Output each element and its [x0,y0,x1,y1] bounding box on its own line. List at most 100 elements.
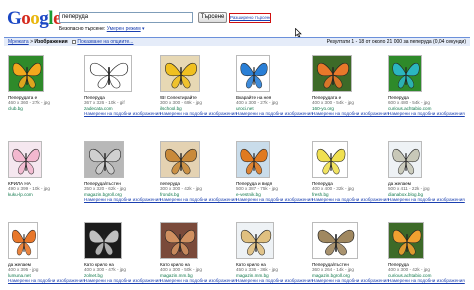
result-caption: Пеперуда 367 x 326 - 10k - gif zadecata.co… [84,95,161,117]
result-caption: Вкарайте на нея 400 x 300 - 27k - jpg uroc… [236,95,313,117]
image-result[interactable]: Пеперуда 400 x 400 - 32k - jpg fresh.bg Нам… [308,141,389,211]
image-thumbnail[interactable] [236,222,274,259]
image-thumbnail[interactable] [8,141,42,178]
nav-link-web[interactable]: Мрежата [8,39,29,45]
image-result[interactable]: Пеперудата е 460 x 360 - 27k - jpg club.bg [4,55,78,125]
safe-search-option[interactable]: Умерен режим [107,26,141,32]
image-result[interactable]: Пеперуда 400 x 300 - 42k - jpg curious.ach… [384,222,465,290]
butterfly-blue-icon [240,62,268,89]
similar-images-link[interactable]: Намерени на подобни изображения [8,278,85,283]
butterfly-woman-icon [240,229,272,256]
image-result[interactable]: Пеперуда 367 x 326 - 10k - gif zadecata.co… [80,55,161,125]
similar-images-link[interactable]: Намерени на подобни изображения [160,111,237,116]
result-caption: да желаем 400 x 395 - jpg lumuna.net Намере… [8,262,85,284]
result-caption: Пеперуда/пъстен 350 x 320 - 62k - jpg maga… [84,181,161,203]
safe-search-setting: Безопасно търсене: Умерен режим ▾ [59,26,145,32]
butterfly-orange-icon [317,62,349,89]
butterfly-face-icon [164,229,196,256]
similar-images-link[interactable]: Намерени на подобни изображения [84,278,161,283]
result-caption: Пеперуда 400 x 400 - 32k - jpg fresh.bg Нам… [312,181,389,203]
results-bar: Мрежата > Изображения Показване на опции… [4,37,470,46]
advanced-search-link[interactable]: Разширено търсене [229,13,271,23]
similar-images-link[interactable]: Намерени на подобни изображения [84,111,161,116]
image-result[interactable]: Вкарайте на нея 400 x 300 - 27k - jpg uroc… [232,55,313,125]
similar-images-link[interactable]: Намерени на подобни изображения [236,278,313,283]
image-result[interactable]: да желаем 400 x 395 - jpg lumuna.net Намере… [4,222,85,290]
image-thumbnail[interactable] [312,55,352,92]
image-thumbnail[interactable] [160,141,200,178]
image-result[interactable]: пеперуда 300 x 300 - 42k - jpg fronds.bg На… [156,141,237,211]
show-options-link[interactable]: Показване на опциите... [77,39,133,45]
result-caption: Пеперуда и видя 500 x 387 - 75k - jpg e-ve… [236,181,313,203]
similar-images-link[interactable]: Намерени на подобни изображения [388,197,465,202]
image-result[interactable]: Пеперуда и видя 500 x 387 - 75k - jpg e-ve… [232,141,313,211]
result-caption: Пеперуда/пъстен 360 x 264 - 14k - jpg maga… [312,262,389,284]
image-thumbnail[interactable] [8,55,44,92]
result-domain: kuku-lp.com [8,191,33,197]
similar-images-link[interactable]: Намерени на подобни изображения [236,111,313,116]
result-caption: Като крило на 400 x 300 - 47k - jpg zolnet… [84,262,161,284]
image-result[interactable]: Като крило на 400 x 300 - 50k - jpg magazi… [156,222,237,290]
image-thumbnail[interactable] [160,55,200,92]
butterfly-pink-icon [12,148,40,175]
image-result[interactable]: Като крило на 400 x 300 - 47k - jpg zolnet… [80,222,161,290]
search-button[interactable]: Търсене [198,12,227,23]
image-result[interactable]: Пеперудата е 400 x 300 - 54k - jpg 160-yo.… [308,55,389,125]
butterfly-moth-icon [392,148,420,175]
similar-images-link[interactable]: Намерени на подобни изображения [312,197,389,202]
butterfly-flower-icon [392,229,422,256]
image-result[interactable]: Като крило на 450 x 336 - 36k - jpg magazi… [232,222,313,290]
result-caption: Пеперудата е 460 x 360 - 27k - jpg club.bg [8,95,74,111]
search-input[interactable]: пеперуда [59,12,193,23]
results-summary: Резултати 1 - 18 от около 21 000 за пепе… [326,39,466,45]
butterfly-tattoo-icon [89,148,121,175]
google-logo[interactable]: Google [7,9,61,28]
result-caption: Пеперуда 600 x 480 - 54k - jpg curious.ach… [388,95,465,117]
image-result[interactable]: да желаем 500 x 411 - 22k - jpg dianabox.b… [384,141,465,211]
image-result[interactable]: Пеперуда 600 x 480 - 54k - jpg curious.ach… [384,55,465,125]
similar-images-link[interactable]: Намерени на подобни изображения [84,197,161,202]
options-checkbox[interactable] [72,39,76,44]
dropdown-arrow-icon[interactable]: ▾ [142,26,145,32]
image-thumbnail[interactable] [388,222,424,259]
butterfly-monarch-icon [240,148,268,175]
result-caption: Като крило на 450 x 336 - 36k - jpg magazi… [236,262,313,284]
result-caption: !В! Селектирайте 300 x 300 - 69k - jpg ils… [160,95,237,117]
image-thumbnail[interactable] [8,222,38,259]
image-thumbnail[interactable] [388,141,422,178]
result-caption: Пеперудата е 400 x 300 - 54k - jpg 160-yo.… [312,95,389,117]
butterfly-yellow-icon [165,62,197,89]
result-caption: Като крило на 400 x 300 - 50k - jpg magazi… [160,262,237,284]
similar-images-link[interactable]: Намерени на подобни изображения [160,197,237,202]
result-caption: КРИЛА НА 490 x 399 - 10k - jpg kuku-lp.com [8,181,74,197]
nav-current-images: Изображения [34,39,68,45]
similar-images-link[interactable]: Намерени на подобни изображения [236,197,313,202]
similar-images-link[interactable]: Намерени на подобни изображения [312,278,389,283]
similar-images-link[interactable]: Намерени на подобни изображения [160,278,237,283]
image-thumbnail[interactable] [236,141,270,178]
butterfly-outline-icon [89,62,129,89]
similar-images-link[interactable]: Намерени на подобни изображения [388,111,465,116]
butterfly-green-icon [12,62,42,89]
similar-images-link[interactable]: Намерени на подобни изображения [388,278,465,283]
image-thumbnail[interactable] [312,141,348,178]
butterfly-people-icon [88,229,120,256]
result-caption: Пеперуда 400 x 300 - 42k - jpg curious.ach… [388,262,465,284]
image-thumbnail[interactable] [160,222,198,259]
image-result[interactable]: !В! Селектирайте 300 x 300 - 69k - jpg ils… [156,55,237,125]
butterfly-sketch-icon [317,229,355,256]
image-thumbnail[interactable] [236,55,270,92]
result-caption: да желаем 500 x 411 - 22k - jpg dianabox.b… [388,181,465,203]
butterfly-orange-small-icon [12,229,36,256]
image-thumbnail[interactable] [84,222,122,259]
image-result[interactable]: КРИЛА НА 490 x 399 - 10k - jpg kuku-lp.com [4,141,78,211]
safe-search-label: Безопасно търсене: [59,26,106,32]
butterfly-swallowtail-icon [316,148,346,175]
image-thumbnail[interactable] [388,55,422,92]
image-result[interactable]: Пеперуда/пъстен 360 x 264 - 14k - jpg maga… [308,222,389,290]
similar-images-link[interactable]: Намерени на подобни изображения [312,111,389,116]
image-thumbnail[interactable] [84,141,124,178]
image-result[interactable]: Пеперуда/пъстен 350 x 320 - 62k - jpg maga… [80,141,161,211]
image-thumbnail[interactable] [84,55,132,92]
image-thumbnail[interactable] [312,222,358,259]
